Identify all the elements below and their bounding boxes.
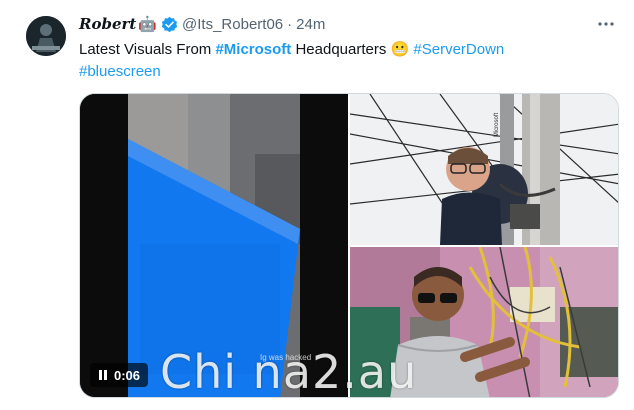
timestamp[interactable]: 24m <box>296 16 325 33</box>
hashtag-serverdown[interactable]: #ServerDown <box>413 41 504 58</box>
video-duration: 0:06 <box>114 367 141 383</box>
verified-badge-icon <box>161 16 178 32</box>
hashtag-microsoft[interactable]: #Microsoft <box>215 41 291 58</box>
watermark: Chi na2.au <box>160 345 418 399</box>
photo-gates-pole[interactable]: Microsoft <box>349 94 618 246</box>
avatar[interactable] <box>26 16 66 56</box>
pause-icon <box>99 370 107 380</box>
more-options-button[interactable] <box>596 14 616 34</box>
tweet-text-prefix: Latest Visuals From <box>79 41 216 58</box>
display-name[interactable]: Robert <box>79 15 136 33</box>
tweet-header: Robert 🤖 @Its_Robert06 · 24m <box>79 15 325 33</box>
photo-gates-image <box>349 94 618 246</box>
more-dots-icon <box>598 22 614 26</box>
tweet-text-mid: Headquarters <box>291 41 391 58</box>
avatar-image <box>26 16 66 56</box>
user-handle[interactable]: @Its_Robert06 <box>182 16 283 33</box>
tweet-text: Latest Visuals From #Microsoft Headquart… <box>79 39 609 83</box>
hashtag-bluescreen[interactable]: #bluescreen <box>79 63 161 80</box>
video-controls[interactable]: 0:06 <box>90 363 149 387</box>
pole-text: Microsoft <box>494 112 501 138</box>
robot-emoji: 🤖 <box>138 16 158 33</box>
separator-dot: · <box>287 15 293 33</box>
grimace-emoji: 😬 <box>390 41 410 58</box>
